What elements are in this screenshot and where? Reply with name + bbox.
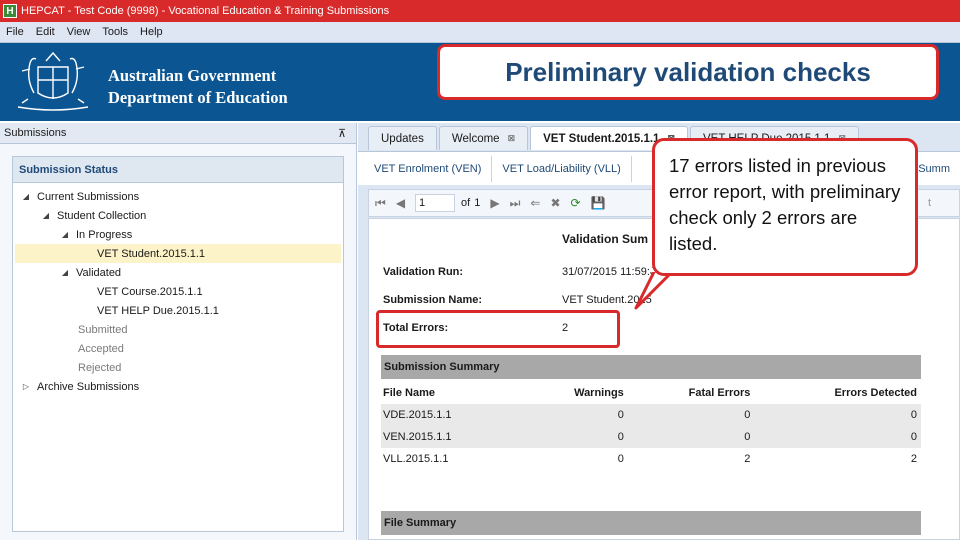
tree-item-label: Current Submissions (37, 190, 140, 203)
validation-run-label: Validation Run: (383, 266, 464, 278)
column-header: File Name (383, 387, 435, 399)
government-line-1: Australian Government (108, 66, 277, 85)
tree-item-submitted[interactable]: Submitted (15, 320, 341, 339)
expand-toggle-icon[interactable]: ◢ (60, 230, 70, 239)
tree-item-label: Accepted (78, 342, 124, 355)
toolbar-trailing-text: t (927, 197, 931, 209)
submission-summary-header: Submission Summary (381, 355, 921, 379)
close-tab-icon[interactable]: ⊠ (508, 133, 516, 144)
tree-item-vet-course[interactable]: VET Course.2015.1.1 (15, 282, 341, 301)
tree-item-label: VET Student.2015.1.1 (97, 247, 206, 260)
app-icon: H (3, 4, 17, 18)
tab-welcome[interactable]: Welcome ⊠ (438, 126, 529, 150)
government-title: Australian Government Department of Educ… (108, 65, 288, 109)
of-label: of (461, 197, 471, 209)
menu-file[interactable]: File (0, 26, 30, 38)
expand-toggle-icon[interactable]: ▷ (21, 382, 31, 391)
tab-vet-enrolment[interactable]: VET Enrolment (VEN) (364, 155, 493, 182)
column-header: Fatal Errors (688, 387, 751, 399)
menu-bar: File Edit View Tools Help (0, 22, 960, 43)
table-cell: 0 (627, 404, 755, 426)
table-cell: 0 (524, 404, 628, 426)
expand-toggle-icon[interactable]: ◢ (41, 211, 51, 220)
menu-help[interactable]: Help (134, 26, 169, 38)
table-row: VDE.2015.1.1 0 0 0 (381, 404, 921, 426)
expand-toggle-icon[interactable]: ◢ (21, 192, 31, 201)
tree-item-student-collection[interactable]: ◢ Student Collection (15, 206, 341, 225)
tree-item-validated[interactable]: ◢ Validated (15, 263, 341, 282)
last-page-icon[interactable]: ⏭ (510, 196, 521, 211)
tree-item-label: VET HELP Due.2015.1.1 (97, 304, 219, 317)
menu-edit[interactable]: Edit (30, 26, 61, 38)
table-cell: 0 (754, 404, 921, 426)
table-cell: VDE.2015.1.1 (381, 404, 525, 426)
tree-item-vet-student[interactable]: VET Student.2015.1.1 (15, 244, 341, 263)
table-header-row: File Name Warnings Fatal Errors Errors D… (381, 382, 921, 404)
tab-vet-load-liability[interactable]: VET Load/Liability (VLL) (492, 155, 632, 182)
submission-summary-table: File Name Warnings Fatal Errors Errors D… (381, 382, 921, 470)
tab-label: Welcome (451, 132, 500, 145)
pin-icon[interactable]: ⊼ (338, 127, 346, 140)
overlay-heading: Preliminary validation checks (437, 44, 939, 100)
coat-of-arms-icon (17, 51, 89, 111)
table-cell: 2 (910, 453, 917, 465)
tree-item-label: Submitted (78, 323, 128, 336)
table-cell: 0 (617, 453, 624, 465)
table-cell: 0 (524, 426, 628, 448)
column-header: Warnings (574, 387, 624, 399)
submission-status-header: Submission Status (13, 157, 343, 183)
tree-item-vet-help-due[interactable]: VET HELP Due.2015.1.1 (15, 301, 341, 320)
submission-name-label: Submission Name: (383, 294, 483, 306)
expand-toggle-icon[interactable]: ◢ (60, 268, 70, 277)
table-row: VEN.2015.1.1 0 0 0 (381, 426, 921, 448)
submission-tree: ◢ Current Submissions ◢ Student Collection… (15, 187, 341, 396)
report-title: Validation Sum (562, 232, 649, 246)
total-pages: 1 (474, 197, 481, 209)
tree-item-rejected[interactable]: Rejected (15, 358, 341, 377)
previous-page-icon[interactable]: ◀ (396, 196, 405, 210)
submission-status-box: Submission Status ◢ Current Submissions ◢… (12, 156, 344, 532)
tree-item-label: VET Course.2015.1.1 (97, 285, 203, 298)
tree-item-label: Archive Submissions (37, 380, 140, 393)
tree-item-accepted[interactable]: Accepted (15, 339, 341, 358)
submissions-panel-header: Submissions ⊼ (0, 123, 356, 144)
tree-item-label: Student Collection (57, 209, 147, 222)
window-titlebar: H HEPCAT - Test Code (9998) - Vocational… (0, 0, 960, 22)
refresh-icon[interactable]: ⟳ (571, 196, 581, 210)
file-summary-header: File Summary (381, 511, 921, 535)
page-number-input[interactable]: 1 (415, 194, 456, 212)
table-cell: 0 (627, 426, 755, 448)
tab-label: VET Student.2015.1.1 (543, 132, 660, 145)
tree-item-label: Validated (76, 266, 122, 279)
back-icon[interactable]: ⇐ (530, 196, 540, 210)
menu-tools[interactable]: Tools (96, 26, 134, 38)
next-page-icon[interactable]: ▶ (490, 196, 499, 210)
tree-item-archive-submissions[interactable]: ▷ Archive Submissions (15, 377, 341, 396)
save-icon[interactable]: 💾 (591, 196, 606, 210)
table-cell: VLL.2015.1.1 (383, 453, 449, 465)
tree-item-label: In Progress (76, 228, 133, 241)
table-row: VLL.2015.1.1 0 2 2 (381, 448, 921, 470)
tab-label: Updates (381, 132, 424, 145)
tree-item-current-submissions[interactable]: ◢ Current Submissions (15, 187, 341, 206)
stop-icon[interactable]: ✖ (550, 196, 560, 210)
table-cell: VEN.2015.1.1 (381, 426, 525, 448)
table-cell: 2 (744, 453, 751, 465)
tree-item-label: Rejected (78, 361, 122, 374)
tree-item-in-progress[interactable]: ◢ In Progress (15, 225, 341, 244)
first-page-icon[interactable]: ⏮ (375, 196, 386, 211)
submissions-panel: Submissions ⊼ Submission Status ◢ Current… (0, 123, 357, 540)
total-errors-highlight (376, 310, 620, 348)
tab-updates[interactable]: Updates (368, 126, 437, 150)
menu-view[interactable]: View (61, 26, 97, 38)
column-header: Errors Detected (834, 387, 917, 399)
government-line-2: Department of Education (108, 88, 288, 107)
table-cell: 0 (754, 426, 921, 448)
window-title: HEPCAT - Test Code (9998) - Vocational E… (21, 5, 390, 17)
annotation-callout: 17 errors listed in previous error repor… (652, 138, 918, 276)
submissions-panel-title: Submissions (4, 127, 67, 139)
